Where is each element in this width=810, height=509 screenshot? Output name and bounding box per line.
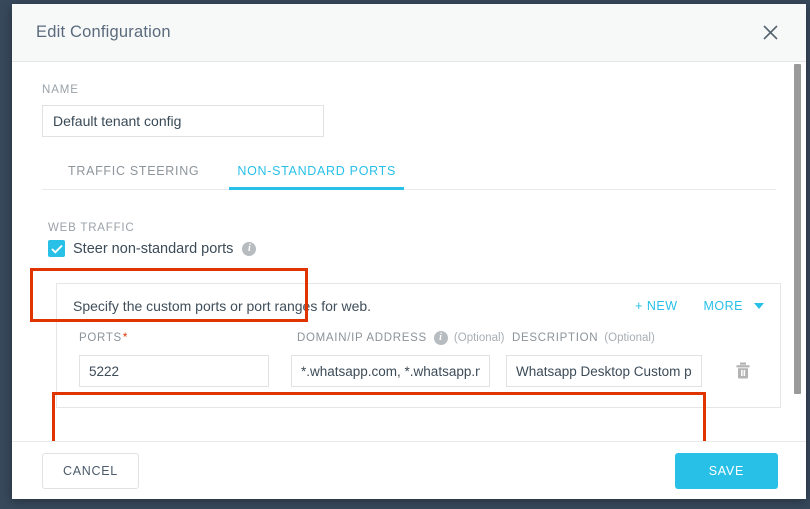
modal-header: Edit Configuration [12,4,806,62]
column-header-domain-optional: (Optional) [453,332,505,344]
body-scrollbar-thumb[interactable] [794,64,801,394]
page-title: Edit Configuration [36,23,171,41]
table-row [73,355,764,387]
web-traffic-label: WEB TRAFFIC [48,222,135,234]
column-header-domain: DOMAIN/IP ADDRESS i (Optional) [297,331,512,345]
custom-ports-card: Specify the custom ports or port ranges … [56,283,781,408]
trash-icon[interactable] [732,359,754,383]
column-header-ports: PORTS * [79,332,297,344]
custom-ports-card-header: Specify the custom ports or port ranges … [73,298,764,314]
name-label: NAME [42,84,79,96]
tab-traffic-steering[interactable]: TRAFFIC STEERING [60,164,207,190]
steer-non-standard-ports-checkbox[interactable] [48,240,65,257]
ports-table-headers: PORTS * DOMAIN/IP ADDRESS i (Optional) D… [73,331,764,345]
required-asterisk: * [122,332,129,344]
more-button[interactable]: MORE [703,299,764,313]
ports-input[interactable] [79,355,269,387]
web-traffic-section: WEB TRAFFIC Steer non-standard ports i [42,214,314,265]
description-input[interactable] [506,355,702,387]
steer-non-standard-ports-label: Steer non-standard ports [73,240,234,257]
save-button[interactable]: SAVE [674,452,778,489]
column-header-description-optional: (Optional) [604,332,655,344]
close-icon[interactable] [756,19,784,47]
column-header-domain-label: DOMAIN/IP ADDRESS [297,332,427,344]
domain-input[interactable] [291,355,490,387]
steer-ports-row: Steer non-standard ports i [48,240,304,257]
info-icon[interactable]: i [242,241,257,256]
column-header-ports-label: PORTS [79,332,122,344]
tab-bar: TRAFFIC STEERING NON-STANDARD PORTS [42,163,776,190]
chevron-down-icon [754,303,764,309]
column-header-description-label: DESCRIPTION [512,332,599,344]
modal-body-content: NAME TRAFFIC STEERING NON-STANDARD PORTS… [12,62,806,418]
domain-info-icon[interactable]: i [433,331,448,345]
app-root: Edit Configuration NAME TRAFFIC STEERING… [0,0,810,509]
custom-ports-description: Specify the custom ports or port ranges … [73,298,372,314]
column-header-description: DESCRIPTION (Optional) [512,332,655,344]
add-new-button[interactable]: + NEW [635,299,677,313]
cancel-button[interactable]: CANCEL [42,452,139,489]
more-button-label: MORE [703,299,743,313]
edit-configuration-modal: Edit Configuration NAME TRAFFIC STEERING… [12,4,806,499]
modal-body: NAME TRAFFIC STEERING NON-STANDARD PORTS… [12,62,806,441]
tab-non-standard-ports[interactable]: NON-STANDARD PORTS [229,164,405,190]
name-input[interactable] [42,105,324,137]
modal-footer: CANCEL SAVE [12,441,806,499]
body-scrollbar[interactable] [794,62,804,441]
